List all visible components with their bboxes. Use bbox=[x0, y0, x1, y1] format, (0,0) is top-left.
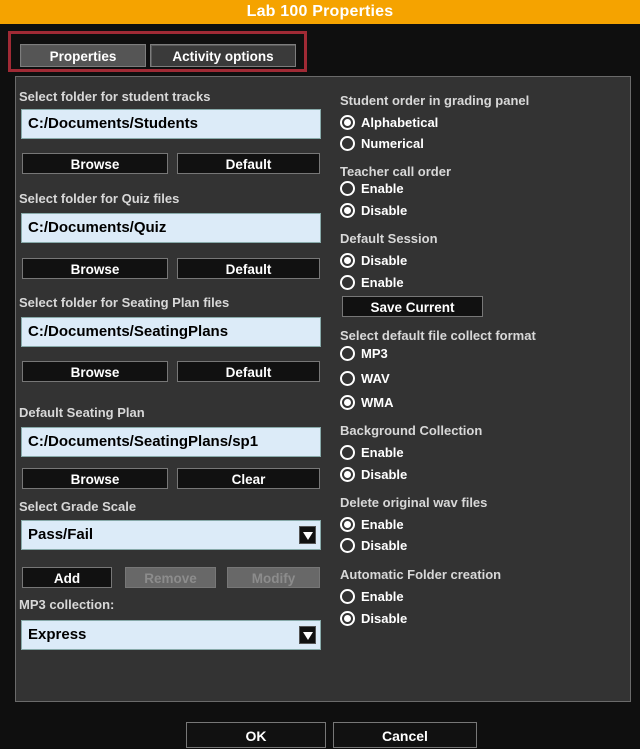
save-current-session-button[interactable]: Save Current bbox=[342, 296, 483, 317]
radio-unchecked-icon bbox=[340, 275, 355, 290]
quiz-path-field[interactable]: C:/Documents/Quiz bbox=[21, 213, 321, 243]
quiz-default-button[interactable]: Default bbox=[177, 258, 320, 279]
default-session-disable-radio[interactable]: Disable bbox=[340, 253, 407, 270]
tab-activity-options[interactable]: Activity options bbox=[150, 44, 296, 67]
seating-plan-browse-button[interactable]: Browse bbox=[22, 361, 168, 382]
quiz-browse-button[interactable]: Browse bbox=[22, 258, 168, 279]
properties-window: Lab 100 Properties Properties Activity o… bbox=[0, 0, 640, 748]
default-session-label: Default Session bbox=[340, 231, 438, 246]
radio-checked-icon bbox=[340, 611, 355, 626]
format-wav-radio[interactable]: WAV bbox=[340, 371, 390, 388]
radio-unchecked-icon bbox=[340, 445, 355, 460]
delete-wav-enable-radio[interactable]: Enable bbox=[340, 517, 404, 534]
radio-checked-icon bbox=[340, 517, 355, 532]
format-mp3-radio[interactable]: MP3 bbox=[340, 346, 388, 363]
seating-plan-path-field[interactable]: C:/Documents/SeatingPlans bbox=[21, 317, 321, 347]
radio-label: Disable bbox=[361, 538, 408, 553]
tab-properties[interactable]: Properties bbox=[20, 44, 146, 67]
student-tracks-browse-button[interactable]: Browse bbox=[22, 153, 168, 174]
student-order-alphabetical-radio[interactable]: Alphabetical bbox=[340, 115, 438, 132]
radio-label: Enable bbox=[361, 589, 404, 604]
radio-label: Alphabetical bbox=[361, 115, 439, 130]
student-tracks-default-button[interactable]: Default bbox=[177, 153, 320, 174]
radio-label: WMA bbox=[361, 395, 394, 410]
default-session-enable-radio[interactable]: Enable bbox=[340, 275, 404, 292]
quiz-label: Select folder for Quiz files bbox=[19, 191, 180, 206]
window-title: Lab 100 Properties bbox=[0, 0, 640, 24]
radio-checked-icon bbox=[340, 115, 355, 130]
radio-label: Disable bbox=[361, 203, 408, 218]
mp3-collection-selected: Express bbox=[28, 626, 87, 643]
student-order-label: Student order in grading panel bbox=[340, 93, 530, 108]
radio-checked-icon bbox=[340, 395, 355, 410]
student-order-numerical-radio[interactable]: Numerical bbox=[340, 136, 424, 153]
radio-label: Disable bbox=[361, 611, 408, 626]
seating-plan-default-button[interactable]: Default bbox=[177, 361, 320, 382]
student-tracks-label: Select folder for student tracks bbox=[19, 89, 211, 104]
grade-scale-select[interactable]: Pass/Fail bbox=[21, 520, 321, 550]
modify-grade-button[interactable]: Modify bbox=[227, 567, 320, 588]
delete-wav-label: Delete original wav files bbox=[340, 495, 488, 510]
radio-label: Enable bbox=[361, 445, 404, 460]
mp3-collection-select[interactable]: Express bbox=[21, 620, 321, 650]
radio-label: Enable bbox=[361, 517, 404, 532]
tab-bar: Properties Activity options bbox=[8, 31, 307, 72]
ok-button[interactable]: OK bbox=[186, 722, 326, 748]
auto-folder-label: Automatic Folder creation bbox=[340, 567, 502, 582]
format-wma-radio[interactable]: WMA bbox=[340, 395, 394, 412]
auto-folder-disable-radio[interactable]: Disable bbox=[340, 611, 407, 628]
radio-checked-icon bbox=[340, 253, 355, 268]
radio-unchecked-icon bbox=[340, 538, 355, 553]
seating-plan-folder-label: Select folder for Seating Plan files bbox=[19, 295, 230, 310]
radio-label: MP3 bbox=[361, 346, 388, 361]
grade-scale-selected: Pass/Fail bbox=[28, 526, 94, 543]
radio-label: Enable bbox=[361, 181, 404, 196]
remove-grade-button[interactable]: Remove bbox=[125, 567, 216, 588]
chevron-down-icon[interactable] bbox=[299, 626, 316, 644]
radio-unchecked-icon bbox=[340, 346, 355, 361]
radio-label: Enable bbox=[361, 275, 404, 290]
radio-label: WAV bbox=[361, 371, 390, 386]
radio-unchecked-icon bbox=[340, 136, 355, 151]
default-plan-browse-button[interactable]: Browse bbox=[22, 468, 168, 489]
radio-checked-icon bbox=[340, 203, 355, 218]
add-grade-button[interactable]: Add bbox=[22, 567, 112, 588]
radio-unchecked-icon bbox=[340, 589, 355, 604]
grade-scale-label: Select Grade Scale bbox=[19, 499, 137, 514]
teacher-call-enable-radio[interactable]: Enable bbox=[340, 181, 404, 198]
mp3-collection-label: MP3 collection: bbox=[19, 597, 115, 612]
teacher-call-disable-radio[interactable]: Disable bbox=[340, 203, 407, 220]
teacher-call-order-label: Teacher call order bbox=[340, 164, 452, 179]
default-plan-clear-button[interactable]: Clear bbox=[177, 468, 320, 489]
radio-checked-icon bbox=[340, 467, 355, 482]
background-enable-radio[interactable]: Enable bbox=[340, 445, 404, 462]
delete-wav-disable-radio[interactable]: Disable bbox=[340, 538, 407, 555]
chevron-down-icon[interactable] bbox=[299, 526, 316, 544]
default-seating-plan-label: Default Seating Plan bbox=[19, 405, 145, 420]
radio-unchecked-icon bbox=[340, 371, 355, 386]
background-disable-radio[interactable]: Disable bbox=[340, 467, 407, 484]
radio-label: Disable bbox=[361, 467, 408, 482]
collect-format-label: Select default file collect format bbox=[340, 328, 536, 343]
background-collection-label: Background Collection bbox=[340, 423, 483, 438]
student-tracks-path-field[interactable]: C:/Documents/Students bbox=[21, 109, 321, 139]
radio-unchecked-icon bbox=[340, 181, 355, 196]
radio-label: Numerical bbox=[361, 136, 424, 151]
auto-folder-enable-radio[interactable]: Enable bbox=[340, 589, 404, 606]
settings-panel: Select folder for student tracks C:/Docu… bbox=[15, 76, 631, 702]
default-seating-plan-field[interactable]: C:/Documents/SeatingPlans/sp1 bbox=[21, 427, 321, 457]
radio-label: Disable bbox=[361, 253, 408, 268]
cancel-button[interactable]: Cancel bbox=[333, 722, 477, 748]
